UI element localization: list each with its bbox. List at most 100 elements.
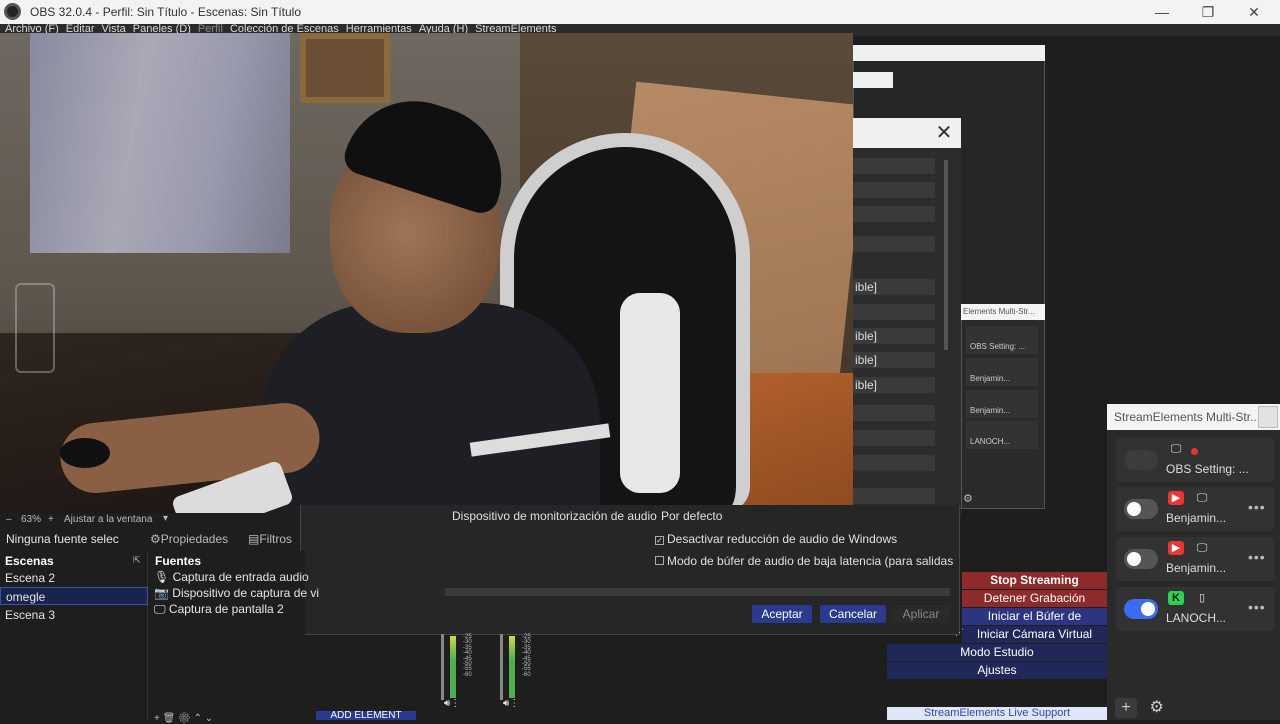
volume-track (500, 634, 503, 700)
monitor-icon: 🖵 (154, 602, 166, 616)
settings-field-device[interactable]: ible] (853, 279, 935, 295)
background-window-2 (853, 72, 893, 88)
meter-scale: -25 -30 -35 -40 -45 -50 -55 -60 (522, 634, 531, 678)
settings-field[interactable] (853, 236, 935, 252)
source-item[interactable]: 🖵 Captura de pantalla 2 (154, 602, 284, 617)
background-window-header (853, 45, 1045, 61)
youtube-icon: ▶ (1168, 541, 1184, 555)
close-button[interactable]: ✕ (1232, 2, 1276, 22)
scene-item-selected[interactable]: omegle (0, 587, 148, 605)
settings-field[interactable] (853, 455, 935, 471)
settings-field[interactable] (853, 430, 935, 446)
toggle-off[interactable] (1124, 549, 1158, 569)
checkbox-checked-icon[interactable]: ✓ (655, 536, 664, 545)
se-target-row: ▶ 🖵 Benjamin... ••• (1116, 487, 1274, 531)
fit-dropdown-icon[interactable]: ▾ (163, 513, 168, 524)
cancel-button[interactable]: Cancelar (820, 605, 886, 623)
checkbox-icon[interactable] (655, 556, 664, 565)
settings-field[interactable] (853, 488, 935, 504)
opt-low-latency[interactable]: Modo de búfer de audio de baja latencia … (655, 554, 953, 568)
se-live-support-button[interactable]: StreamElements Live Support (887, 707, 1107, 720)
se-target-label: OBS Setting: ... (1166, 462, 1249, 476)
source-item[interactable]: 📷 Dispositivo de captura de vi (154, 586, 319, 600)
source-actions[interactable]: + 🗑 ⚙ ⌃ ⌄ (154, 713, 213, 724)
se-target-label: Benjamin... (1166, 561, 1227, 575)
microphone-icon: 🎙 (154, 570, 170, 584)
audio-meter (450, 636, 456, 698)
monitor-device-label: Dispositivo de monitorización de audio (452, 509, 657, 523)
stop-streaming-button[interactable]: Stop Streaming (962, 572, 1107, 589)
scenes-title: Escenas (5, 554, 54, 568)
se-mini-gear-icon[interactable]: ⚙ (963, 492, 973, 505)
dock-float-icon[interactable]: ⇱ (133, 555, 141, 566)
preview-canvas[interactable] (0, 33, 853, 513)
filters-button[interactable]: ▤Filtros (248, 532, 292, 546)
volume-track (441, 634, 444, 700)
properties-button[interactable]: ⚙Propiedades (150, 532, 228, 546)
more-options-icon[interactable]: ••• (1248, 599, 1266, 615)
scene-chair-band (620, 293, 680, 493)
more-options-icon[interactable]: ••• (1248, 549, 1266, 565)
monitor-icon: 🖵 (1196, 492, 1208, 504)
settings-field-device[interactable]: ible] (853, 328, 935, 344)
stop-recording-button[interactable]: Detener Grabación (962, 590, 1107, 607)
toggle-disabled (1124, 450, 1158, 470)
audio-meter (509, 636, 515, 698)
speaker-icon[interactable]: 🔊︎⋮ (444, 698, 460, 709)
sources-panel: Fuentes 🎙 Captura de entrada audio 📷 Dis… (150, 551, 319, 724)
add-element-button[interactable]: ADD ELEMENT (316, 711, 416, 720)
monitor-icon: 🖵 (1196, 542, 1208, 554)
scene-curtain (30, 33, 290, 253)
settings-field-device[interactable]: ible] (853, 377, 935, 393)
settings-field[interactable] (853, 304, 935, 320)
gear-icon[interactable]: ⚙ (1149, 699, 1163, 716)
resize-grip-icon[interactable]: ⋰ (955, 627, 964, 638)
se-target-row: K ▯ LANOCH... ••• (1116, 587, 1274, 631)
zoom-out-button[interactable]: – (6, 514, 12, 525)
minimize-button[interactable]: — (1140, 2, 1184, 22)
opt-disable-ducking[interactable]: ✓ Desactivar reducción de audio de Window… (655, 532, 897, 546)
audio-meters: -25 -30 -35 -40 -45 -50 -55 -60 -25 -30 -35 -40 -45… (430, 630, 550, 720)
scene-item[interactable]: Escena 3 (0, 606, 148, 624)
settings-field[interactable] (853, 158, 935, 174)
scene-item[interactable]: Escena 2 (0, 569, 148, 587)
ok-button[interactable]: Aceptar (752, 605, 812, 623)
speaker-icon[interactable]: 🔊︎⋮ (503, 698, 519, 709)
settings-field[interactable] (853, 405, 935, 421)
scenes-panel: Escenas ⇱ Escena 2 omegle Escena 3 (0, 551, 148, 720)
studio-mode-button[interactable]: Modo Estudio (887, 644, 1107, 661)
settings-h-scrollbar[interactable] (445, 588, 950, 596)
toggle-on[interactable] (1124, 599, 1158, 619)
source-item[interactable]: 🎙 Captura de entrada audio (154, 570, 309, 584)
se-mini-row: Benjamin... (966, 358, 1038, 386)
se-panel-float-button[interactable] (1258, 406, 1278, 428)
mobile-icon: ▯ (1198, 592, 1206, 604)
monitor-device-select[interactable]: Por defecto (661, 509, 722, 523)
sources-title: Fuentes (155, 554, 202, 568)
scene-mouse (60, 438, 110, 468)
toggle-off[interactable] (1124, 499, 1158, 519)
replay-buffer-button[interactable]: Iniciar el Búfer de Repetición (962, 608, 1107, 640)
fit-window-label[interactable]: Ajustar a la ventana (64, 514, 152, 525)
settings-field-device[interactable]: ible] (853, 352, 935, 368)
settings-close-button[interactable]: ✕ (930, 120, 958, 146)
add-icon[interactable]: + (1115, 698, 1137, 718)
maximize-button[interactable]: ❐ (1186, 2, 1230, 22)
settings-scrollbar[interactable] (944, 160, 948, 350)
meter-scale: -25 -30 -35 -40 -45 -50 -55 -60 (463, 634, 472, 678)
zoom-bar: – 63% + Ajustar a la ventana ▾ (0, 513, 300, 527)
settings-field[interactable] (853, 182, 935, 198)
se-target-label: LANOCH... (1166, 611, 1227, 625)
se-mini-row: OBS Setting: ... (966, 326, 1038, 354)
settings-field[interactable] (853, 206, 935, 222)
se-target-label: Benjamin... (1166, 511, 1227, 525)
scene-person (260, 303, 600, 513)
settings-button[interactable]: Ajustes (887, 662, 1107, 679)
kick-icon: K (1168, 591, 1184, 605)
zoom-in-button[interactable]: + (48, 514, 54, 525)
scene-frame (300, 33, 390, 103)
more-options-icon[interactable]: ••• (1248, 499, 1266, 515)
virtual-camera-button[interactable]: Iniciar Cámara Virtual (962, 626, 1107, 643)
gear-icon: ⚙ (150, 532, 161, 546)
se-mini-title: Elements Multi-Str... (961, 304, 1045, 320)
